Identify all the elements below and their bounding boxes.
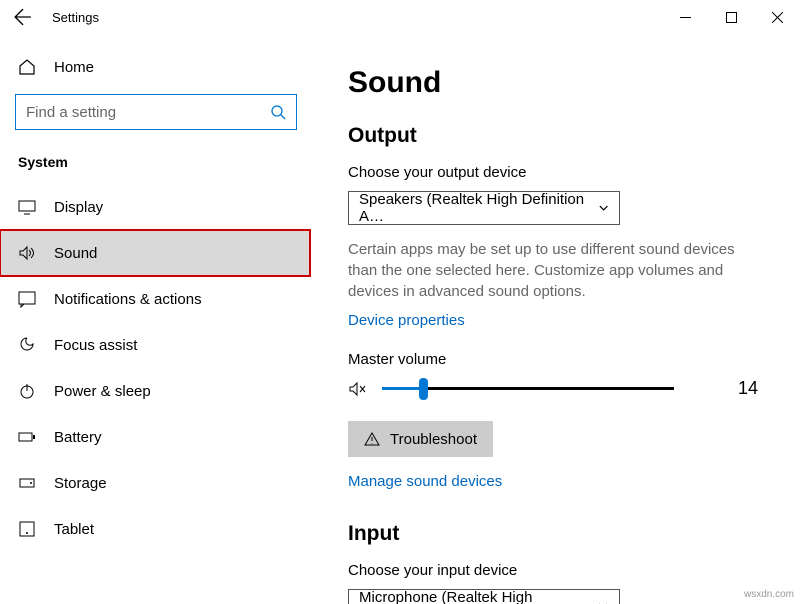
arrow-left-icon bbox=[14, 8, 32, 26]
sidebar-item-tablet[interactable]: Tablet bbox=[0, 506, 310, 552]
back-button[interactable] bbox=[0, 0, 46, 34]
input-device-value: Microphone (Realtek High Definitio… bbox=[359, 589, 597, 604]
close-button[interactable] bbox=[754, 0, 800, 34]
sidebar-item-power-sleep[interactable]: Power & sleep bbox=[0, 368, 310, 414]
sidebar-item-label: Storage bbox=[54, 475, 107, 492]
page-title: Sound bbox=[348, 66, 762, 100]
content-area: Sound Output Choose your output device S… bbox=[310, 34, 800, 604]
output-device-select[interactable]: Speakers (Realtek High Definition A… bbox=[348, 191, 620, 225]
sidebar-item-label: Notifications & actions bbox=[54, 291, 202, 308]
minimize-button[interactable] bbox=[662, 0, 708, 34]
output-description: Certain apps may be set up to use differ… bbox=[348, 239, 762, 302]
notifications-icon bbox=[18, 290, 36, 308]
battery-icon bbox=[18, 428, 36, 446]
output-heading: Output bbox=[348, 124, 762, 148]
maximize-icon bbox=[726, 12, 737, 23]
troubleshoot-button[interactable]: Troubleshoot bbox=[348, 421, 493, 457]
tablet-icon bbox=[18, 520, 36, 538]
sidebar-item-label: Battery bbox=[54, 429, 102, 446]
sidebar-item-label: Sound bbox=[54, 245, 97, 262]
sidebar-item-display[interactable]: Display bbox=[0, 184, 310, 230]
output-device-label: Choose your output device bbox=[348, 164, 762, 181]
sidebar-item-storage[interactable]: Storage bbox=[0, 460, 310, 506]
master-volume-label: Master volume bbox=[348, 351, 762, 368]
category-heading: System bbox=[0, 148, 310, 184]
maximize-button[interactable] bbox=[708, 0, 754, 34]
sidebar-item-label: Tablet bbox=[54, 521, 94, 538]
chevron-down-icon bbox=[597, 600, 609, 604]
power-icon bbox=[18, 382, 36, 400]
volume-mute-icon[interactable] bbox=[348, 379, 368, 399]
sidebar-item-battery[interactable]: Battery bbox=[0, 414, 310, 460]
output-device-value: Speakers (Realtek High Definition A… bbox=[359, 191, 598, 225]
search-icon bbox=[270, 104, 286, 120]
watermark: wsxdn.com bbox=[744, 589, 794, 600]
search-field[interactable] bbox=[26, 104, 256, 121]
window-title: Settings bbox=[52, 10, 99, 25]
sidebar-item-notifications[interactable]: Notifications & actions bbox=[0, 276, 310, 322]
storage-icon bbox=[18, 474, 36, 492]
volume-slider[interactable] bbox=[382, 387, 674, 390]
input-device-select[interactable]: Microphone (Realtek High Definitio… bbox=[348, 589, 620, 604]
search-input[interactable] bbox=[15, 94, 297, 130]
sidebar-item-label: Focus assist bbox=[54, 337, 137, 354]
close-icon bbox=[772, 12, 783, 23]
focus-assist-icon bbox=[18, 336, 36, 354]
slider-thumb[interactable] bbox=[419, 378, 428, 400]
input-device-label: Choose your input device bbox=[348, 562, 762, 579]
sidebar: Home System Display Sound Notifications … bbox=[0, 34, 310, 604]
input-heading: Input bbox=[348, 522, 762, 546]
home-button[interactable]: Home bbox=[0, 50, 310, 84]
home-icon bbox=[18, 58, 36, 76]
manage-sound-devices-link[interactable]: Manage sound devices bbox=[348, 473, 502, 490]
sidebar-item-label: Power & sleep bbox=[54, 383, 151, 400]
sidebar-item-sound[interactable]: Sound bbox=[0, 230, 310, 276]
device-properties-link[interactable]: Device properties bbox=[348, 312, 465, 329]
warning-icon bbox=[364, 431, 380, 447]
volume-value: 14 bbox=[738, 378, 762, 399]
troubleshoot-label: Troubleshoot bbox=[390, 431, 477, 448]
chevron-down-icon bbox=[598, 202, 609, 214]
minimize-icon bbox=[680, 12, 691, 23]
sidebar-item-focus-assist[interactable]: Focus assist bbox=[0, 322, 310, 368]
home-label: Home bbox=[54, 59, 94, 76]
sidebar-item-label: Display bbox=[54, 199, 103, 216]
sound-icon bbox=[18, 244, 36, 262]
display-icon bbox=[18, 198, 36, 216]
